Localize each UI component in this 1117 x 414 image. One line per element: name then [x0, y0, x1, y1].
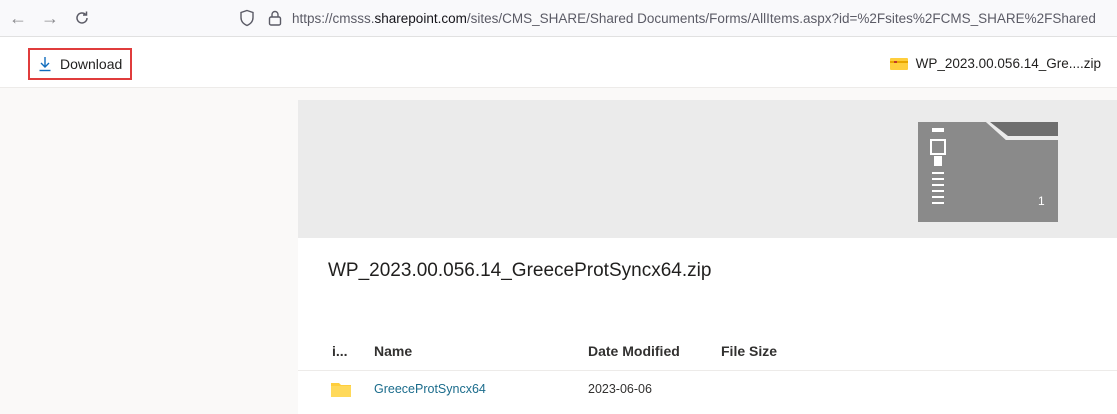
reload-icon[interactable] [70, 6, 94, 30]
download-icon [39, 57, 51, 72]
list-item[interactable]: GreeceProtSyncx64 2023-06-06 [298, 376, 1117, 406]
forward-arrow-icon[interactable]: → [38, 6, 62, 30]
zip-archive-icon [918, 122, 1058, 222]
browser-toolbar: ← → https://cmsss.sharepoint.com/sites/C… [0, 0, 1117, 37]
zip-preview-panel: 1 WP_2023.00.056.14_GreeceProtSyncx64.zi… [298, 100, 1117, 414]
reload-icon-glyph [76, 11, 88, 24]
download-button[interactable]: Download [28, 48, 132, 80]
column-header-file-size[interactable]: File Size [721, 343, 777, 359]
zip-folder-icon [889, 57, 908, 70]
shield-icon[interactable] [238, 9, 256, 27]
zip-file-title: WP_2023.00.056.14_GreeceProtSyncx64.zip [328, 260, 712, 281]
url-host: sharepoint.com [374, 10, 467, 26]
lock-icon[interactable] [268, 10, 282, 26]
address-bar[interactable]: https://cmsss.sharepoint.com/sites/CMS_S… [236, 4, 1117, 32]
url-text[interactable]: https://cmsss.sharepoint.com/sites/CMS_S… [292, 11, 1096, 26]
list-header: i... Name Date Modified File Size [298, 334, 1117, 371]
preview-hero: 1 [298, 100, 1117, 238]
url-suffix: /sites/CMS_SHARE/Shared Documents/Forms/… [466, 10, 1096, 26]
file-name-text: WP_2023.00.056.14_Gre....zip [915, 56, 1101, 71]
back-arrow-icon[interactable]: ← [6, 6, 30, 30]
folder-icon [331, 383, 351, 397]
column-header-name[interactable]: Name [374, 343, 412, 359]
column-header-date-modified[interactable]: Date Modified [588, 343, 680, 359]
file-name-header: WP_2023.00.056.14_Gre....zip [889, 56, 1101, 71]
list-item-name[interactable]: GreeceProtSyncx64 [374, 382, 486, 396]
list-item-date: 2023-06-06 [588, 382, 652, 396]
command-bar: Download WP_2023.00.056.14_Gre....zip [0, 37, 1117, 88]
column-header-icon[interactable]: i... [332, 343, 348, 359]
item-count-badge: 1 [1038, 194, 1045, 208]
url-prefix: https://cmsss. [292, 10, 375, 26]
download-label: Download [60, 56, 123, 72]
